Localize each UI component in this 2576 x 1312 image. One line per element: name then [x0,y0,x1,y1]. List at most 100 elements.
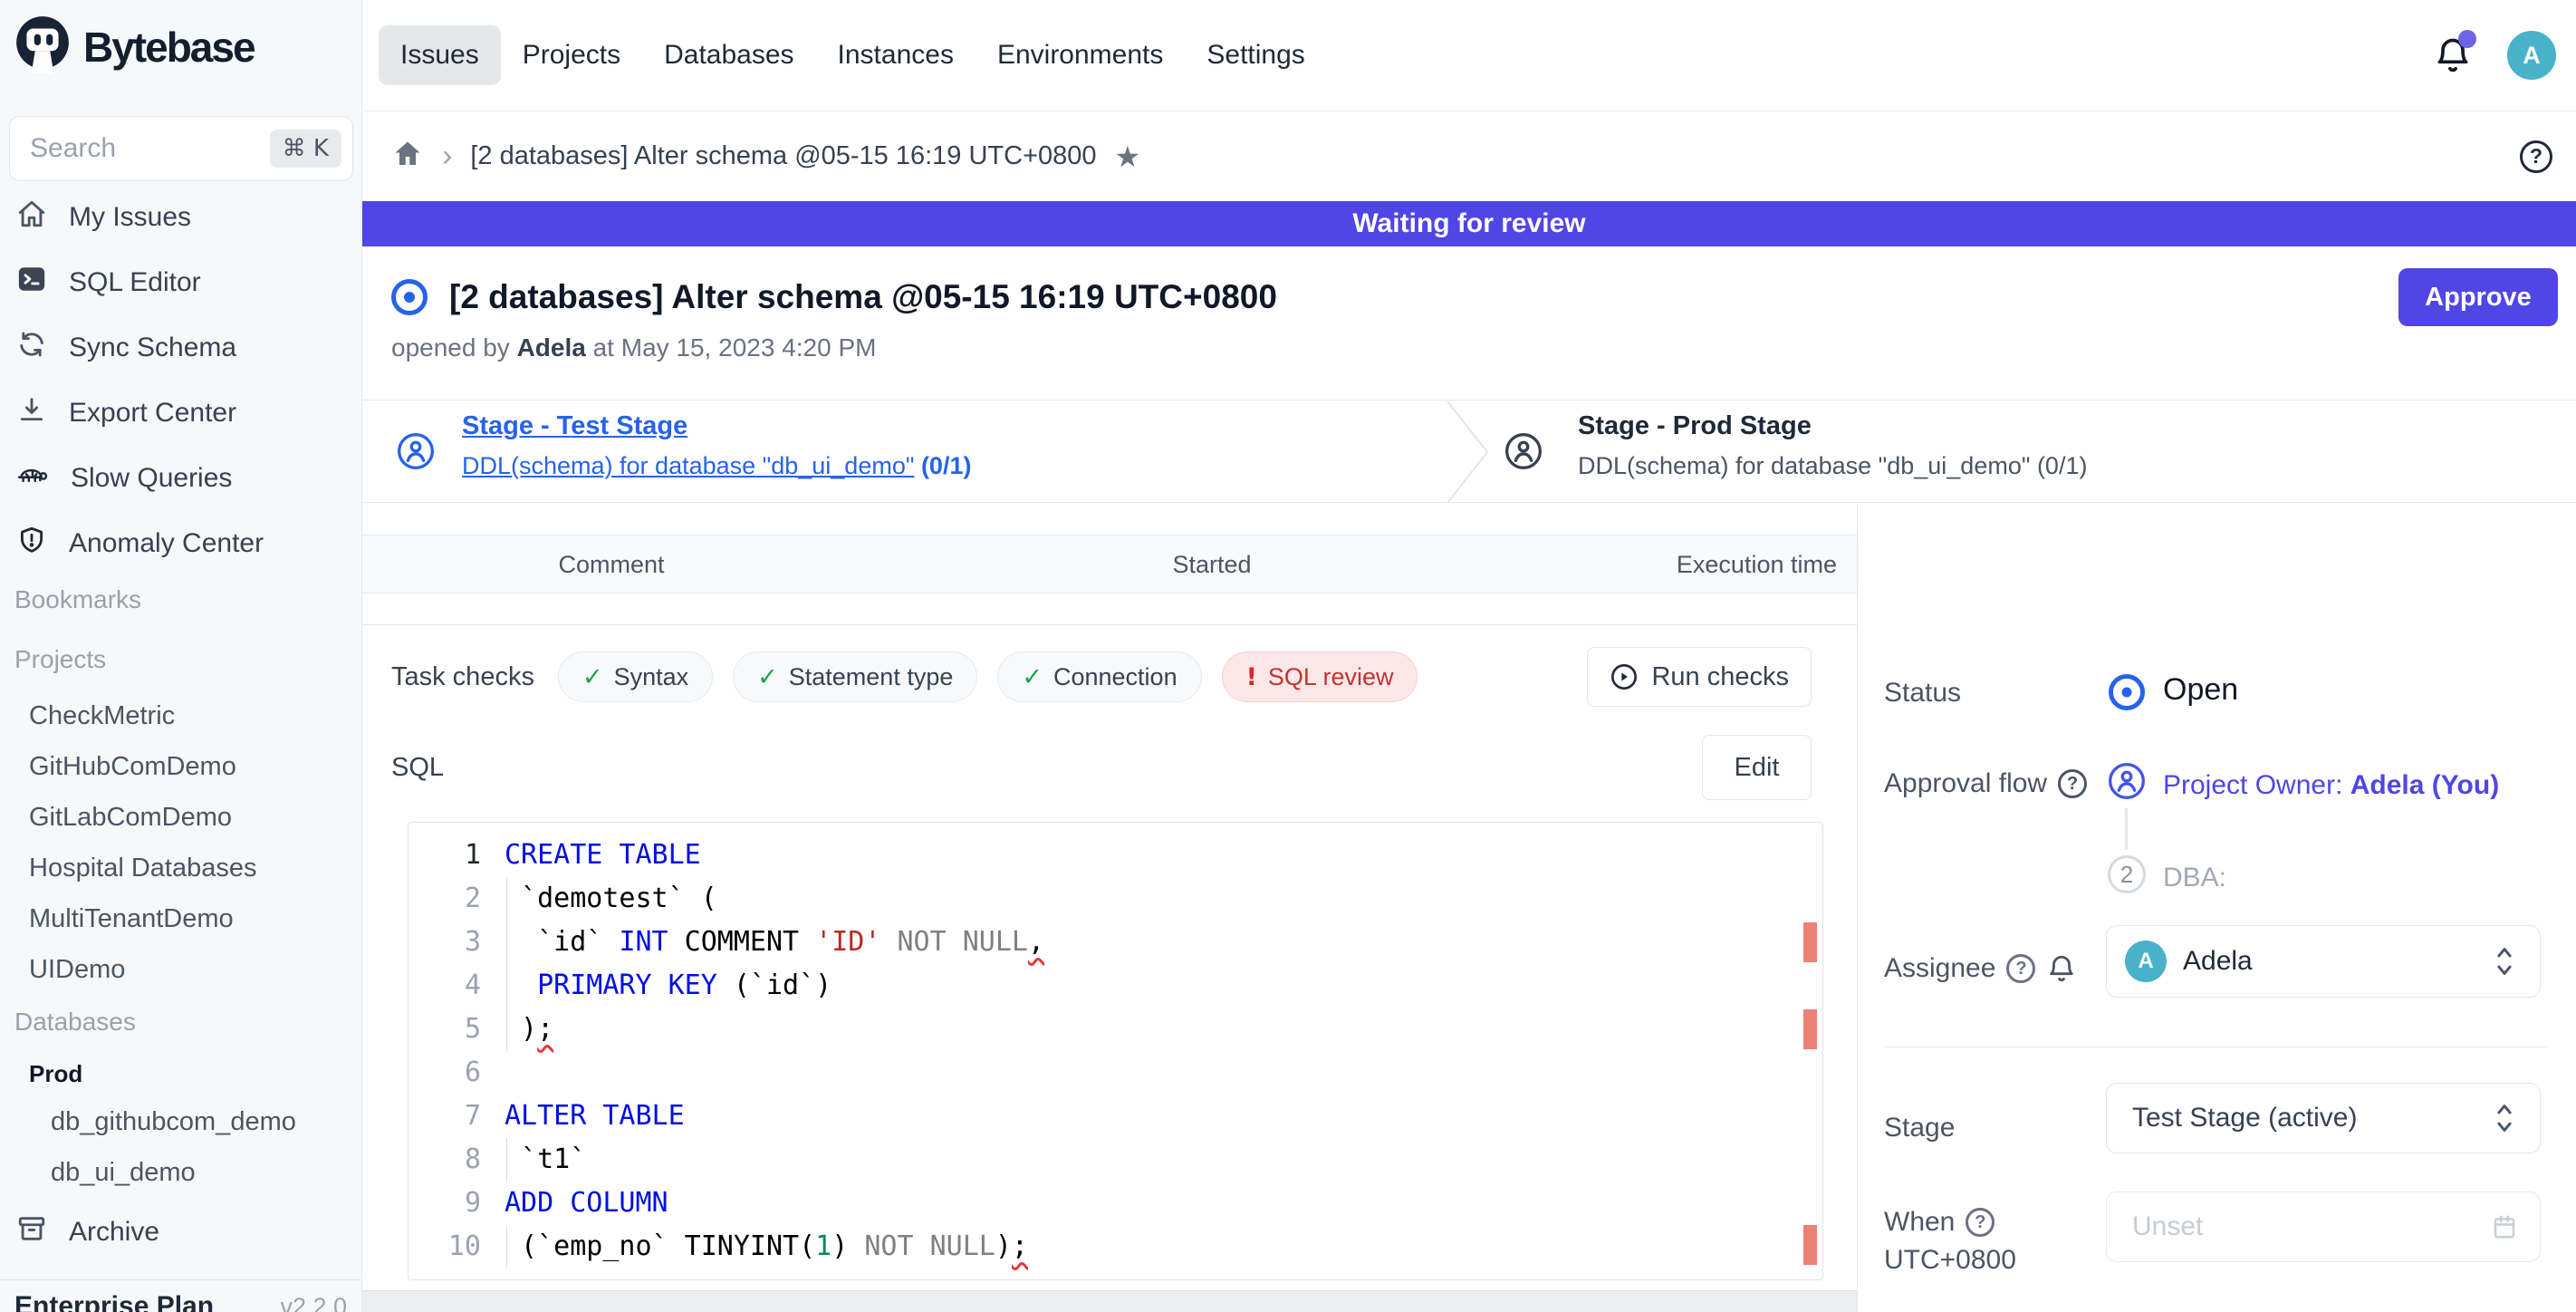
bytebase-logo[interactable]: Bytebase [13,14,255,79]
run-checks-button[interactable]: Run checks [1587,647,1812,707]
stage-progress: (0/1) [2030,452,2087,479]
column-execution-time: Execution time [1677,551,1837,579]
panel-divider [1857,504,1858,1312]
sidebar-item-my-issues[interactable]: My Issues [0,185,361,250]
code-line: 6 [409,1051,1822,1095]
task-checks-row: Task checks ✓Syntax ✓Statement type ✓Con… [362,645,1857,709]
approval-flow-text: Approval flow [1884,768,2047,799]
code-line: 4 PRIMARY KEY (`id`) [409,964,1822,1008]
sidebar-db-githubcom-demo[interactable]: db_githubcom_demo [51,1107,296,1137]
sidebar-env-prod: Prod [29,1060,82,1088]
stage-person-icon-active [396,431,436,476]
plan-name: Enterprise Plan [14,1291,214,1312]
stage-test-stage[interactable]: Stage - Test Stage DDL(schema) for datab… [462,411,971,480]
sidebar-project-checkmetric[interactable]: CheckMetric [29,701,175,731]
tab-issues[interactable]: Issues [379,25,501,85]
assignee-select[interactable]: A Adela [2106,925,2541,998]
opened-suffix: at May 15, 2023 4:20 PM [593,333,877,362]
sidebar-project-githubcomdemo[interactable]: GitHubComDemo [29,752,236,782]
approver-person-icon [2107,761,2147,806]
sql-section-header: SQL Edit [362,735,1857,800]
sidebar-project-hospital-databases[interactable]: Hospital Databases [29,854,256,883]
sidebar-item-archive[interactable]: Archive [0,1200,361,1265]
tab-environments[interactable]: Environments [976,25,1185,85]
sidebar-item-export-center[interactable]: Export Center [0,381,361,446]
search-input[interactable]: Search ⌘ K [9,116,353,181]
stage-task: DDL(schema) for database "db_ui_demo" [1578,452,2030,479]
line-number: 3 [409,921,505,964]
star-icon[interactable]: ★ [1115,140,1141,174]
notification-bell-button[interactable] [2433,35,2473,75]
line-number: 1 [409,834,505,877]
sync-icon [16,329,47,367]
plan-row: Enterprise Plan v2.2.0 [0,1279,361,1312]
help-icon[interactable]: ? [1966,1208,1994,1237]
sidebar-item-slow-queries[interactable]: Slow Queries [0,446,361,511]
user-avatar[interactable]: A [2507,31,2556,80]
calendar-icon [2491,1213,2518,1240]
task-checks-label: Task checks [391,662,534,692]
tab-projects[interactable]: Projects [501,25,642,85]
sidebar-item-anomaly-center[interactable]: Anomaly Center [0,511,361,576]
sidebar-project-multitenantdemo[interactable]: MultiTenantDemo [29,904,234,934]
opened-prefix: opened by [391,333,510,362]
edit-sql-button[interactable]: Edit [1702,735,1812,800]
download-icon [16,394,47,432]
sidebar-item-sql-editor[interactable]: SQL Editor [0,250,361,315]
play-circle-icon [1610,662,1639,691]
sidebar-section-projects: Projects [14,645,106,674]
notification-dot [2458,30,2476,48]
stage-prod-stage[interactable]: Stage - Prod Stage DDL(schema) for datab… [1578,411,2087,480]
open-status-icon [391,279,428,315]
tab-databases[interactable]: Databases [642,25,815,85]
line-number: 10 [409,1225,505,1269]
stage-progress: (0/1) [914,452,971,479]
stage-select[interactable]: Test Stage (active) [2106,1083,2541,1153]
stage-name-link[interactable]: Stage - Test Stage [462,411,971,441]
code-line: 5 ); [409,1008,1822,1051]
sidebar-item-label: SQL Editor [69,267,201,298]
breadcrumb-title: [2 databases] Alter schema @05-15 16:19 … [470,141,1096,171]
bytebase-logo-icon [13,14,72,79]
issue-side-panel: Status Open Approval flow ? Project Owne… [1857,504,2576,1312]
check-statement-type[interactable]: ✓Statement type [733,651,977,702]
home-icon[interactable] [391,138,424,175]
stage-separator-chevron [1446,401,1489,503]
code-line: 7ALTER TABLE [409,1095,1822,1138]
stage-name: Stage - Prod Stage [1578,411,2087,441]
help-icon[interactable]: ? [2520,140,2552,173]
search-shortcut-badge: ⌘ K [270,130,341,168]
terminal-icon [16,264,47,302]
run-checks-label: Run checks [1651,662,1789,692]
approve-button[interactable]: Approve [2398,268,2558,326]
turtle-icon [16,459,49,497]
home-icon [16,198,47,236]
sidebar-project-uidemo[interactable]: UIDemo [29,955,125,985]
stage-task-link[interactable]: DDL(schema) for database "db_ui_demo" [462,452,914,479]
check-connection[interactable]: ✓Connection [997,651,1201,702]
code-line: 10 (`emp_no` TINYINT(1) NOT NULL); [409,1225,1822,1269]
approver-name[interactable]: Adela (You) [2350,770,2499,800]
check-syntax[interactable]: ✓Syntax [558,651,713,702]
tab-instances[interactable]: Instances [816,25,976,85]
check-label: Statement type [789,663,954,691]
issue-title: [2 databases] Alter schema @05-15 16:19 … [449,278,1277,316]
tab-settings[interactable]: Settings [1185,25,1326,85]
assignee-label: Assignee ? [1884,953,2077,984]
status-value: Open [2163,672,2238,708]
stage-person-icon [1504,431,1543,476]
sql-code-editor[interactable]: 1CREATE TABLE 2 `demotest` ( 3 `id` INT … [408,822,1823,1280]
sidebar-project-gitlabcomdemo[interactable]: GitLabComDemo [29,803,232,833]
when-date-input[interactable]: Unset [2106,1191,2541,1262]
check-sql-review[interactable]: !SQL review [1222,651,1418,702]
breadcrumb-separator: › [442,139,452,174]
sidebar-item-label: Anomaly Center [69,528,264,559]
plan-version: v2.2.0 [280,1293,347,1312]
breadcrumb: › [2 databases] Alter schema @05-15 16:1… [362,111,2576,201]
subscribe-bell-icon[interactable] [2046,953,2077,984]
section-divider [362,624,1857,625]
sidebar-item-sync-schema[interactable]: Sync Schema [0,315,361,381]
help-icon[interactable]: ? [2058,769,2087,798]
sidebar-db-ui-demo[interactable]: db_ui_demo [51,1158,196,1188]
help-icon[interactable]: ? [2006,954,2035,983]
